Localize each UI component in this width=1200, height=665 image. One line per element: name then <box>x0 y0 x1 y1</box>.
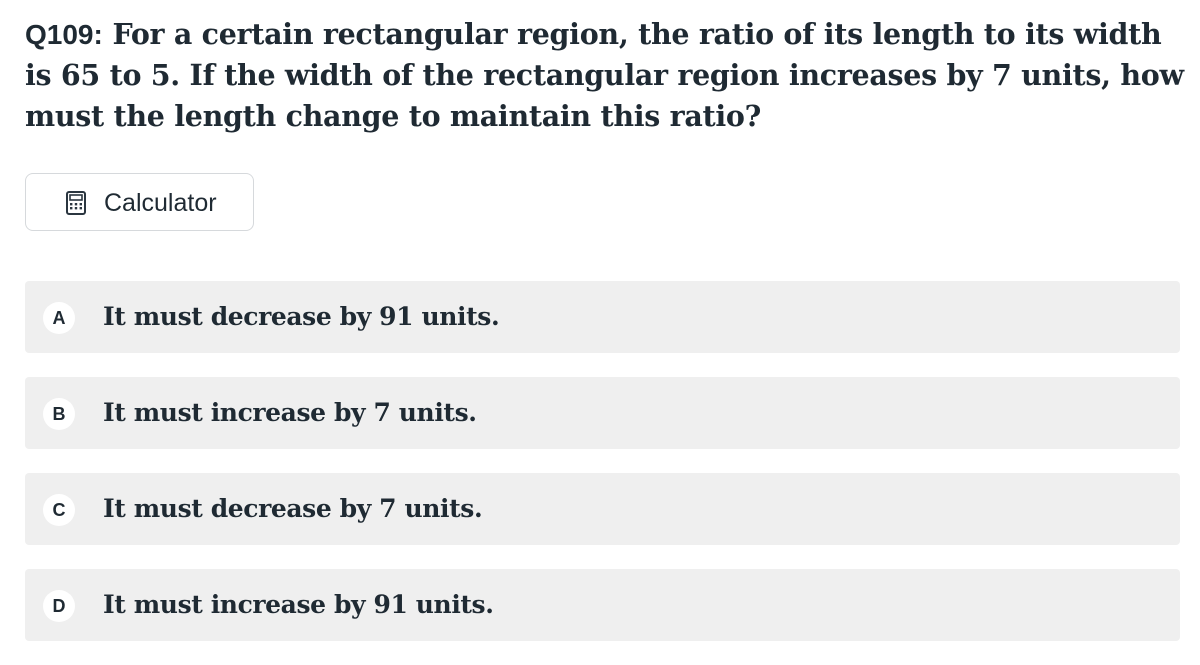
calculator-icon <box>66 191 86 215</box>
question-body: For a certain rectangular region, the ra… <box>25 17 1184 133</box>
answer-option-c[interactable]: C It must decrease by 7 units. <box>25 473 1180 545</box>
option-letter-badge: B <box>43 398 75 430</box>
answer-option-b[interactable]: B It must increase by 7 units. <box>25 377 1180 449</box>
question-number: Q109: <box>25 19 103 50</box>
option-text: It must decrease by 7 units. <box>103 494 483 523</box>
option-text: It must increase by 7 units. <box>103 398 477 427</box>
option-letter-badge: D <box>43 590 75 622</box>
option-letter-badge: A <box>43 302 75 334</box>
question-text: Q109: For a certain rectangular region, … <box>25 14 1185 137</box>
answer-option-a[interactable]: A It must decrease by 91 units. <box>25 281 1180 353</box>
answer-option-d[interactable]: D It must increase by 91 units. <box>25 569 1180 641</box>
option-letter-badge: C <box>43 494 75 526</box>
option-text: It must decrease by 91 units. <box>103 302 500 331</box>
calculator-button[interactable]: Calculator <box>25 173 254 231</box>
option-text: It must increase by 91 units. <box>103 590 494 619</box>
calculator-label: Calculator <box>104 189 217 217</box>
